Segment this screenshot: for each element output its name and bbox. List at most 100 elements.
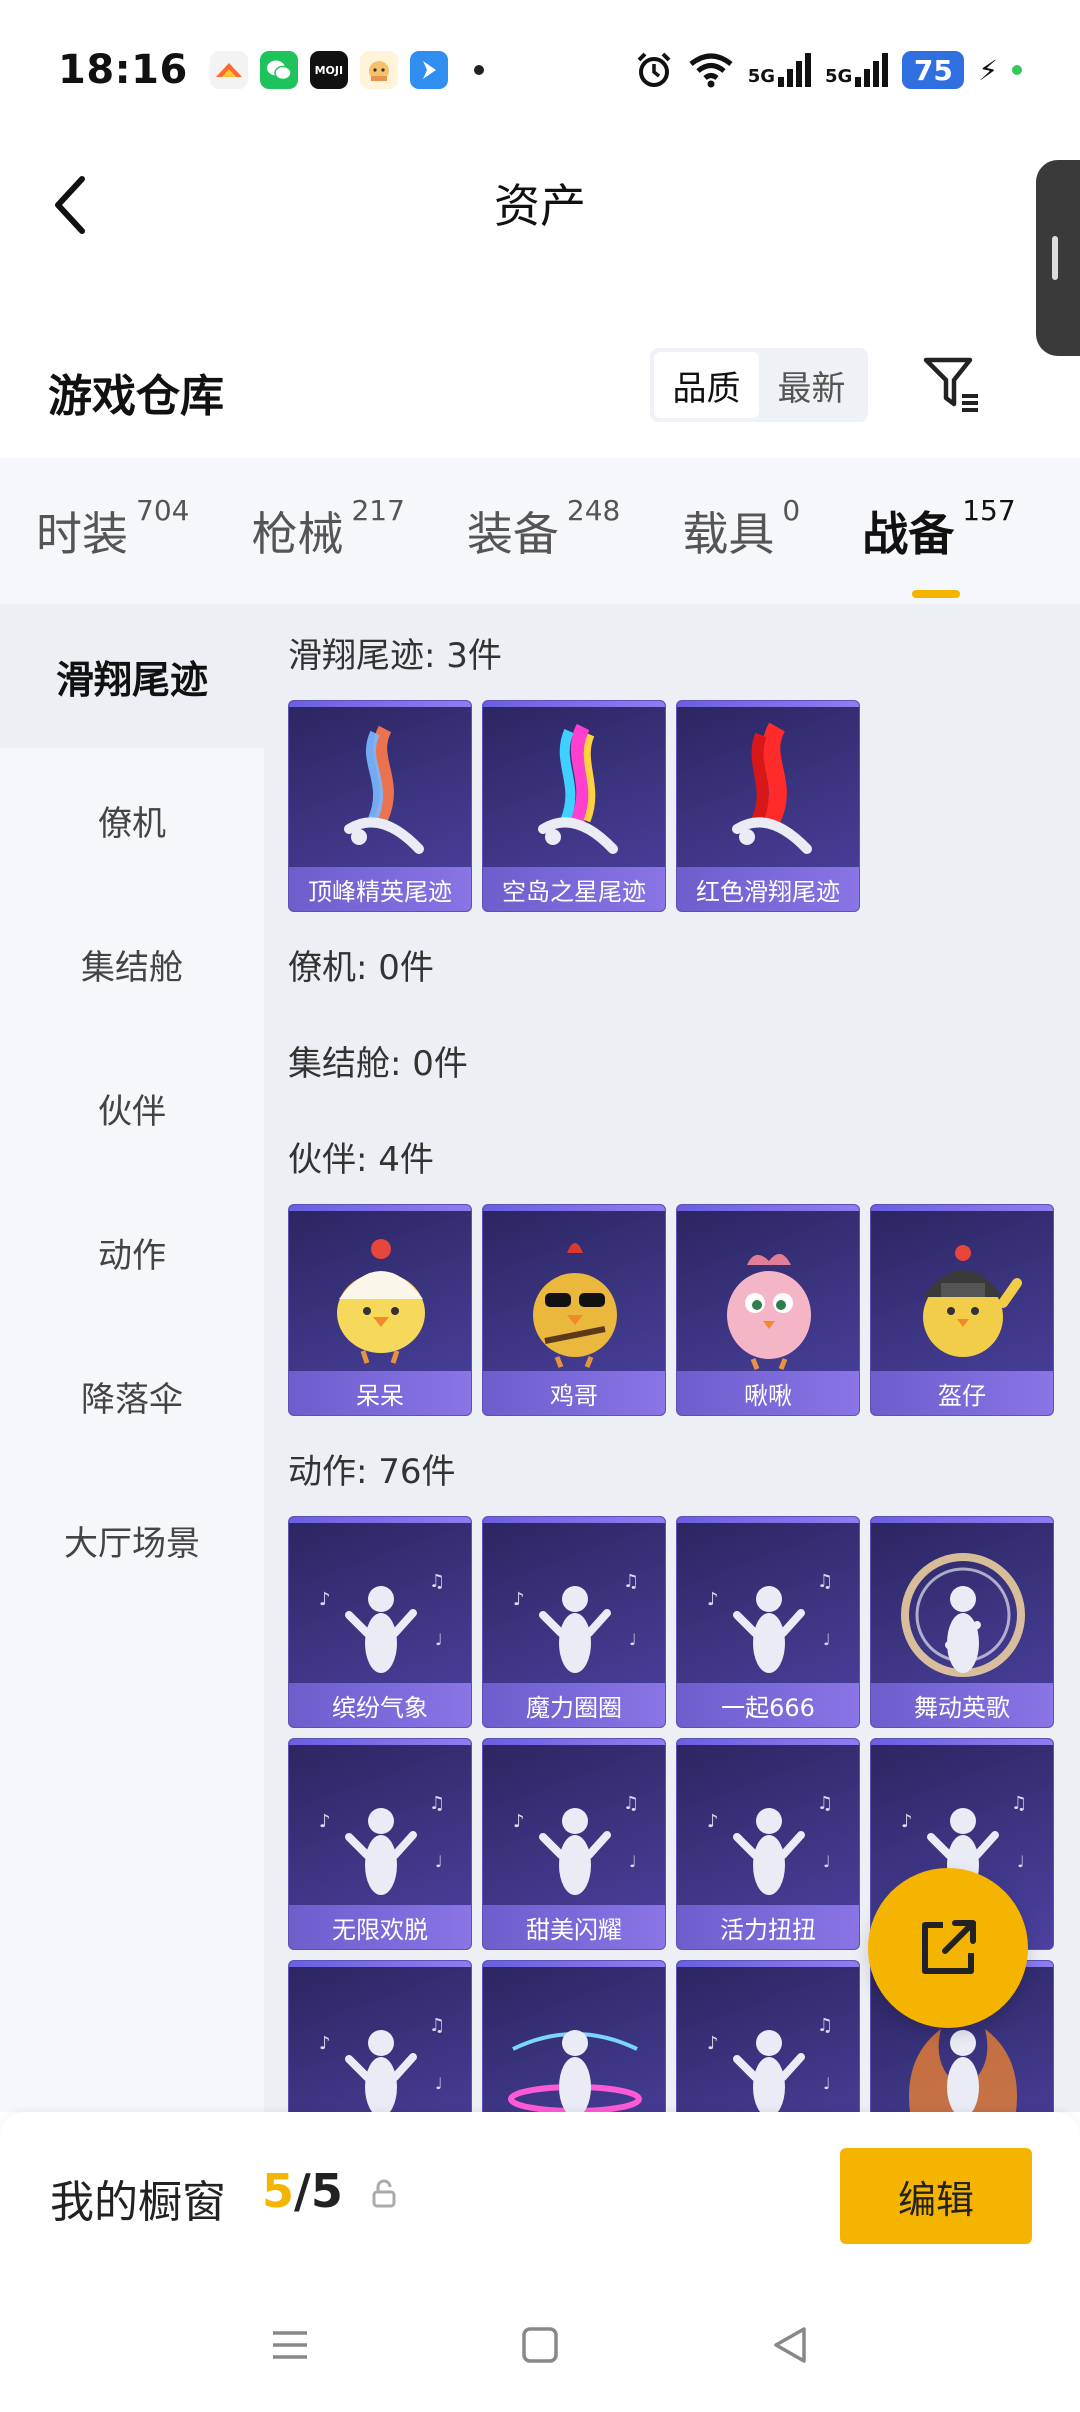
status-bar: 18:16 MOJI 5G 5G 75 ⚡ xyxy=(0,0,1080,140)
side-nav-item[interactable]: 僚机 xyxy=(0,748,264,892)
item-card[interactable]: ♪ ♫ ♩ 魔力圈圈 xyxy=(482,1516,666,1728)
relay-icon xyxy=(409,51,448,89)
svg-text:♫: ♫ xyxy=(817,1571,833,1592)
side-nav-item[interactable]: 伙伴 xyxy=(0,1036,264,1180)
item-artwork xyxy=(732,722,812,854)
status-right: 5G 5G 75 ⚡ xyxy=(634,50,1022,90)
alarm-icon xyxy=(634,50,674,90)
item-card[interactable]: 鸡哥 xyxy=(482,1204,666,1416)
svg-text:♪: ♪ xyxy=(707,2033,719,2054)
back-button[interactable] xyxy=(40,170,100,240)
tab-count: 217 xyxy=(351,494,405,527)
share-button[interactable] xyxy=(868,1868,1028,2028)
sort-option-quality[interactable]: 品质 xyxy=(654,352,759,418)
item-artwork: ♪ ♫ ♩ xyxy=(319,1571,445,1673)
item-card[interactable]: 啾啾 xyxy=(676,1204,860,1416)
item-card[interactable]: 呆呆 xyxy=(288,1204,472,1416)
svg-text:♪: ♪ xyxy=(319,1811,331,1832)
svg-text:♪: ♪ xyxy=(707,1811,719,1832)
item-grid: 呆呆 鸡哥 啾啾 盔仔 xyxy=(288,1204,1068,1416)
item-card[interactable]: 空岛之星尾迹 xyxy=(482,700,666,912)
svg-text:♩: ♩ xyxy=(1017,1852,1025,1871)
showcase-total: 5 xyxy=(310,2164,343,2218)
item-artwork xyxy=(538,723,618,854)
item-name: 空岛之星尾迹 xyxy=(483,867,665,911)
item-name: 甜美闪耀 xyxy=(483,1905,665,1949)
sort-option-newest[interactable]: 最新 xyxy=(759,352,864,418)
item-artwork: ♪ ♫ ♩ xyxy=(319,1793,445,1895)
tab-2[interactable]: 装备 248 xyxy=(466,494,620,564)
svg-text:♫: ♫ xyxy=(429,2015,445,2036)
moji-weather-icon: MOJI xyxy=(309,51,348,89)
item-artwork: ♪ ♫ ♩ xyxy=(707,1793,833,1895)
svg-text:♫: ♫ xyxy=(429,1571,445,1592)
item-artwork xyxy=(533,1243,617,1368)
svg-text:♪: ♪ xyxy=(901,1811,913,1832)
system-nav-bar xyxy=(0,2282,1080,2412)
side-nav-item[interactable]: 集结舱 xyxy=(0,892,264,1036)
sort-toggle: 品质 最新 xyxy=(650,348,868,422)
side-nav-item[interactable]: 降落伞 xyxy=(0,1324,264,1468)
home-icon[interactable] xyxy=(520,2325,560,2369)
item-artwork: ♪ ♫ ♩ xyxy=(319,2015,445,2112)
tab-1[interactable]: 枪械 217 xyxy=(251,494,404,564)
item-card[interactable]: 红色滑翔尾迹 xyxy=(676,700,860,912)
item-name: 舞动英歌 xyxy=(871,1683,1053,1727)
group-title: 滑翔尾迹: 3件 xyxy=(288,635,502,676)
side-nav-item[interactable]: 动作 xyxy=(0,1180,264,1324)
battery-icon: 75 xyxy=(902,51,965,89)
share-icon xyxy=(922,1920,976,1974)
clock: 18:16 xyxy=(58,47,188,93)
item-card[interactable]: 顶峰精英尾迹 xyxy=(288,700,472,912)
showcase-label: 我的橱窗 xyxy=(50,2177,226,2228)
signal-icon: 5G xyxy=(825,53,889,87)
back-nav-icon[interactable] xyxy=(770,2325,810,2369)
svg-text:♫: ♫ xyxy=(817,2015,833,2036)
tab-3[interactable]: 载具 0 xyxy=(682,494,800,564)
xiaomao-icon xyxy=(359,51,398,89)
item-name: 啾啾 xyxy=(677,1371,859,1415)
svg-text:♫: ♫ xyxy=(623,1571,639,1592)
item-card[interactable]: ♪ ♫ ♩ xyxy=(676,1960,860,2112)
svg-text:♩: ♩ xyxy=(823,2074,831,2093)
item-card[interactable]: ♪ ♫ ♩ 活力扭扭 xyxy=(676,1738,860,1950)
item-card[interactable]: 盔仔 xyxy=(870,1204,1054,1416)
app-header: 资产 xyxy=(0,140,1080,265)
tab-4[interactable]: 战备 157 xyxy=(862,494,1016,598)
side-nav: 滑翔尾迹 僚机 集结舱 伙伴 动作 降落伞 大厅场景 xyxy=(0,604,264,2112)
item-artwork xyxy=(337,1239,425,1364)
edit-button[interactable]: 编辑 xyxy=(840,2148,1032,2244)
floating-edge-handle[interactable] xyxy=(1036,160,1080,356)
item-name: 红色滑翔尾迹 xyxy=(677,867,859,911)
charging-icon: ⚡ xyxy=(978,53,998,87)
showcase-separator: / xyxy=(294,2164,311,2218)
side-nav-item[interactable]: 滑翔尾迹 xyxy=(0,604,264,748)
wifi-icon xyxy=(688,52,734,88)
svg-text:♪: ♪ xyxy=(513,1811,525,1832)
item-card[interactable]: ♪ ♫ ♩ 无限欢脱 xyxy=(288,1738,472,1950)
menu-icon[interactable] xyxy=(270,2325,310,2369)
item-artwork: ♪ ♫ ♩ xyxy=(513,1793,639,1895)
item-card[interactable]: ♪ ♫ ♩ 甜美闪耀 xyxy=(482,1738,666,1950)
item-name: 魔力圈圈 xyxy=(483,1683,665,1727)
warehouse-header: 游戏仓库 品质 最新 xyxy=(0,340,1080,440)
tab-label: 装备 xyxy=(466,507,559,561)
tab-0[interactable]: 时装 704 xyxy=(36,494,189,564)
svg-text:♫: ♫ xyxy=(429,1793,445,1814)
filter-button[interactable] xyxy=(920,352,984,416)
item-card[interactable]: ♪ ♫ ♩ xyxy=(288,1960,472,2112)
item-card[interactable]: 舞动英歌 xyxy=(870,1516,1054,1728)
side-nav-item[interactable]: 大厅场景 xyxy=(0,1468,264,1612)
tab-label: 战备 xyxy=(862,507,955,561)
item-card[interactable]: ♪ ♫ ♩ 缤纷气象 xyxy=(288,1516,472,1728)
item-card[interactable]: ♪ ♫ ♩ 一起666 xyxy=(676,1516,860,1728)
item-card[interactable] xyxy=(482,1960,666,2112)
svg-text:♩: ♩ xyxy=(435,1630,443,1649)
section-title: 游戏仓库 xyxy=(48,371,224,422)
svg-text:♪: ♪ xyxy=(319,1589,331,1610)
more-notifications-dot xyxy=(473,65,484,75)
showcase-count: 5/5 xyxy=(262,2164,343,2218)
showcase-bar: 我的橱窗 5/5 编辑 xyxy=(0,2112,1080,2282)
tab-count: 248 xyxy=(566,494,621,527)
item-name: 无限欢脱 xyxy=(289,1905,471,1949)
